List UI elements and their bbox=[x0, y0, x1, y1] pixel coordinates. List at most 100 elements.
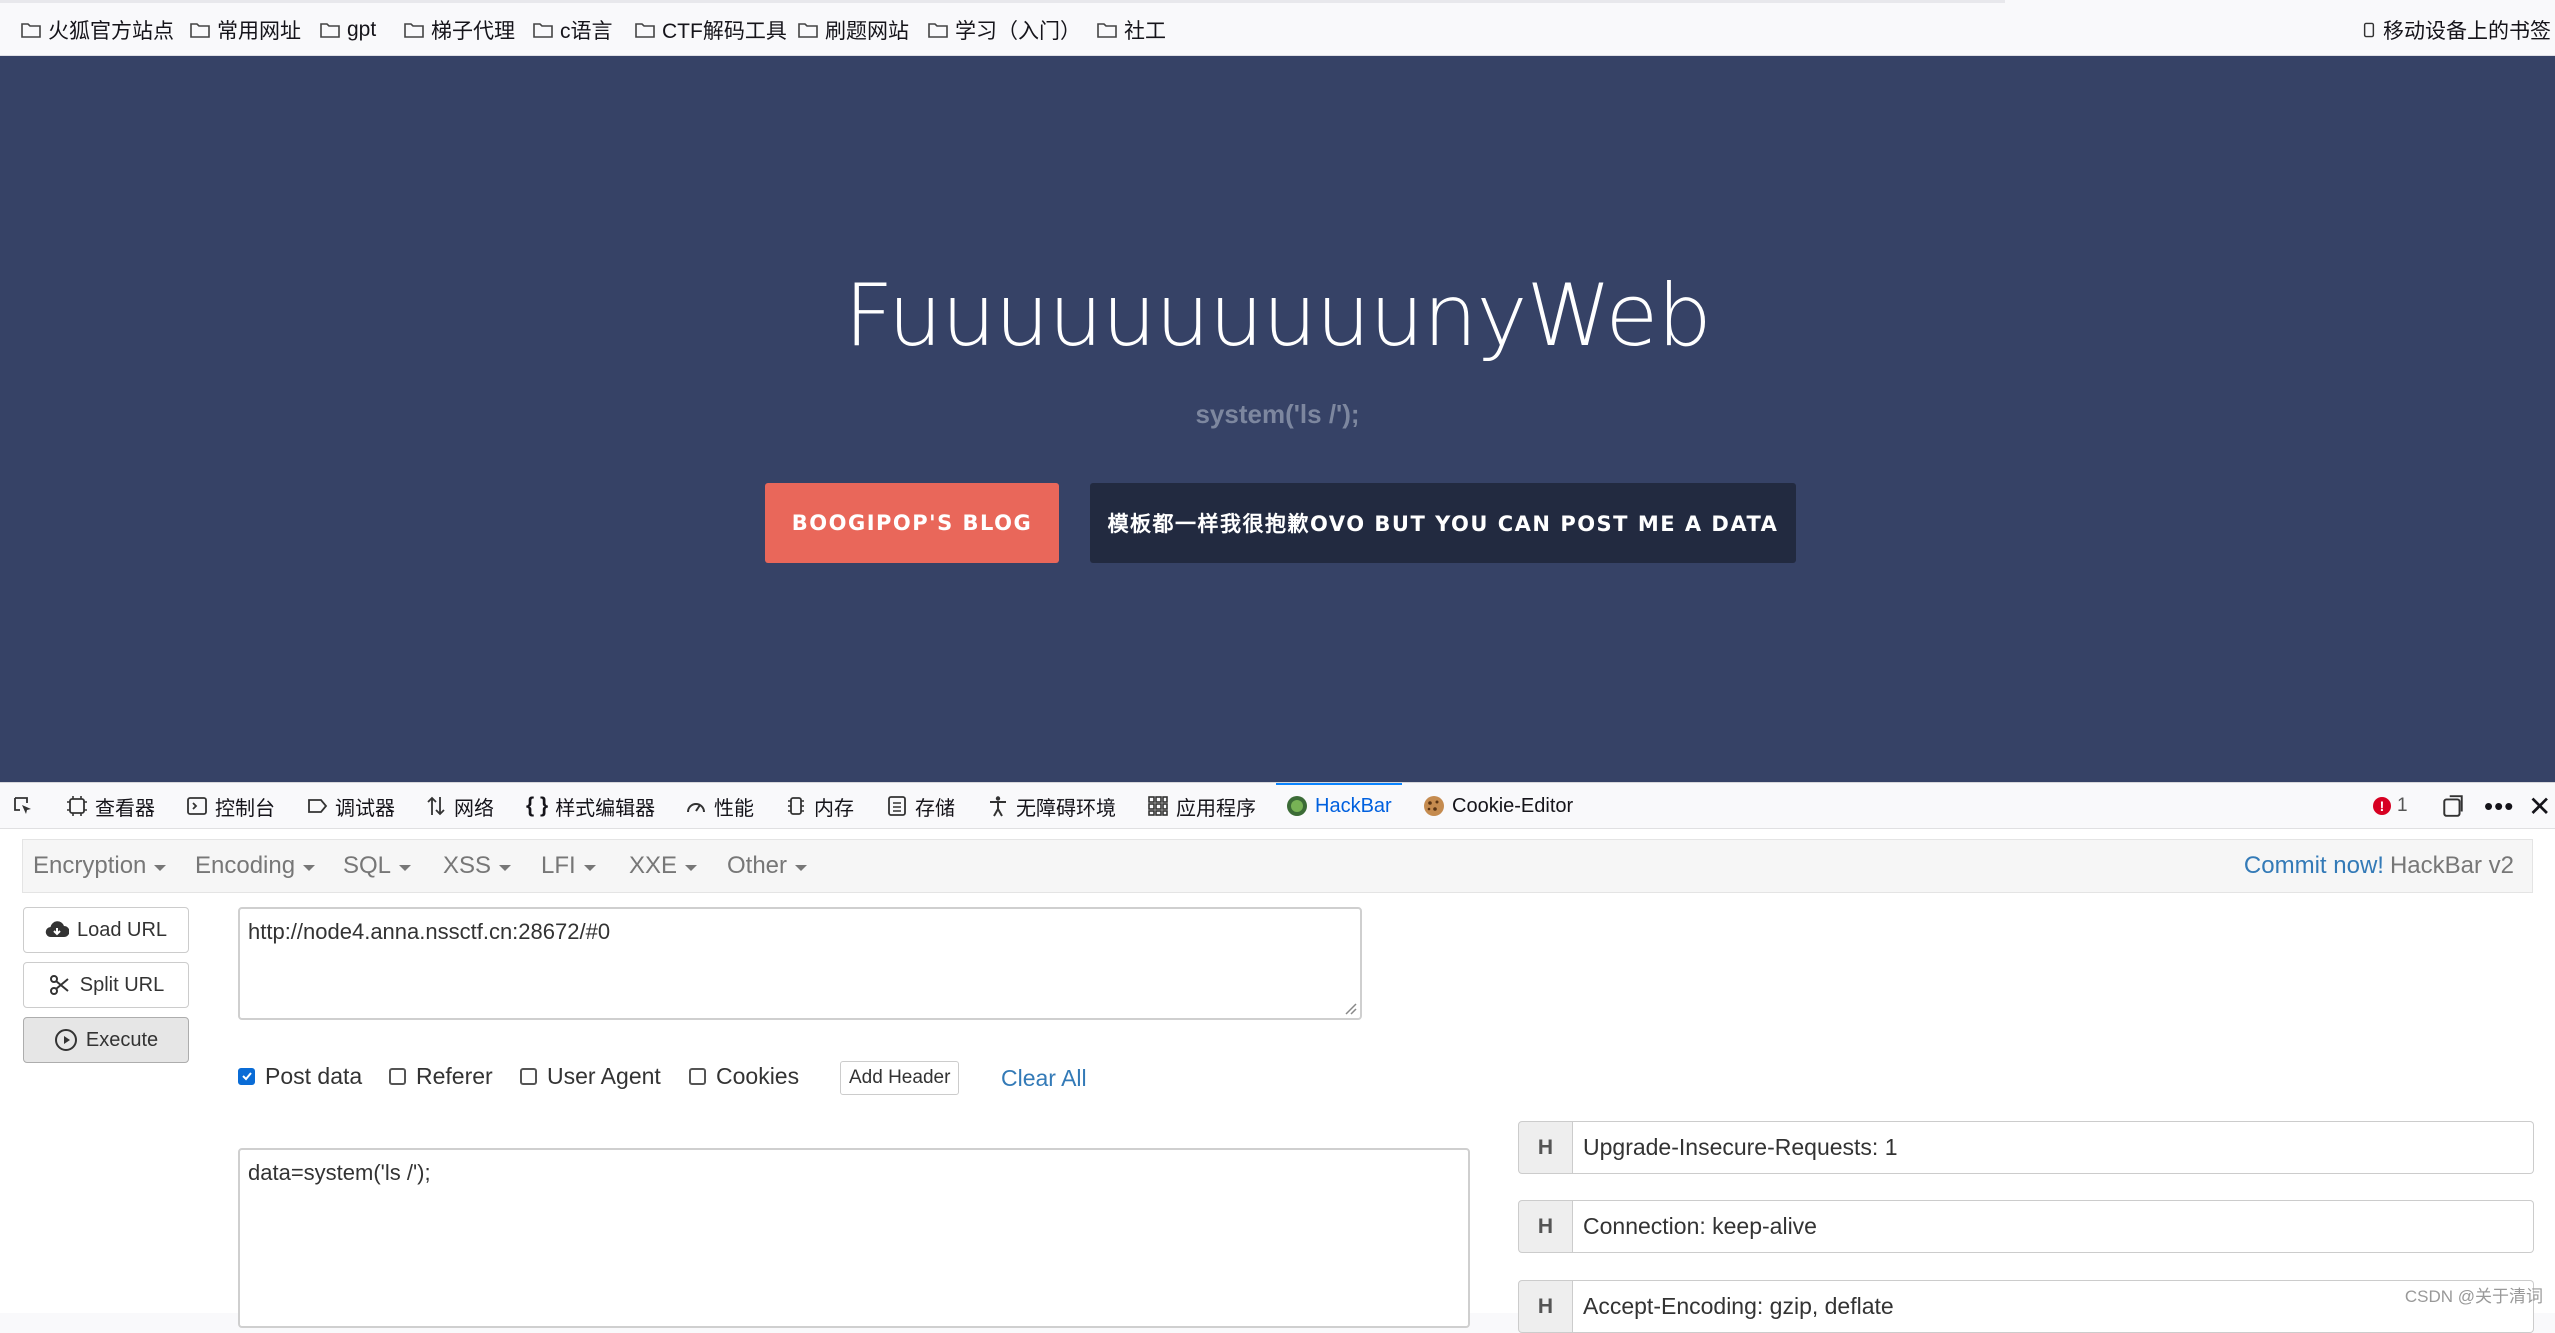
tab-performance[interactable]: 性能 bbox=[685, 783, 754, 829]
menu-other[interactable]: Other bbox=[727, 840, 808, 892]
close-icon[interactable]: ✕ bbox=[2528, 783, 2551, 829]
post-data-checkbox[interactable]: Post data bbox=[238, 1061, 362, 1091]
mobile-device-icon bbox=[2363, 22, 2375, 38]
tab-inspector[interactable]: 查看器 bbox=[66, 783, 155, 829]
menu-xxe[interactable]: XXE bbox=[629, 840, 698, 892]
header-value-input[interactable]: Accept-Encoding: gzip, deflate bbox=[1573, 1280, 2534, 1333]
url-input[interactable]: http://node4.anna.nssctf.cn:28672/#0 bbox=[238, 907, 1362, 1020]
user-agent-checkbox[interactable]: User Agent bbox=[520, 1061, 661, 1091]
menu-label: XXE bbox=[629, 852, 678, 879]
tab-label: 查看器 bbox=[95, 797, 155, 820]
dock-side-icon bbox=[2443, 795, 2463, 817]
web-page: FuuuuuuuuuunyWeb system('ls /'); BOOGIPO… bbox=[0, 56, 2555, 782]
header-value-input[interactable]: Connection: keep-alive bbox=[1573, 1200, 2534, 1253]
blog-button[interactable]: BOOGIPOP'S BLOG bbox=[765, 483, 1059, 563]
menu-lfi[interactable]: LFI bbox=[541, 840, 596, 892]
tab-label: 样式编辑器 bbox=[555, 797, 656, 820]
checkbox-unchecked bbox=[389, 1067, 406, 1085]
resize-grip-icon[interactable] bbox=[1341, 999, 1357, 1015]
post-data-input[interactable]: data=system('ls /'); bbox=[238, 1148, 1470, 1328]
storage-icon bbox=[888, 796, 906, 816]
bookmark-label: 刷题网站 bbox=[825, 20, 909, 43]
tab-storage[interactable]: 存储 bbox=[886, 783, 955, 829]
commit-now-link[interactable]: Commit now! bbox=[2244, 852, 2384, 880]
cookies-checkbox[interactable]: Cookies bbox=[689, 1061, 799, 1091]
tab-accessibility[interactable]: 无障碍环境 bbox=[987, 783, 1116, 829]
menu-sql[interactable]: SQL bbox=[343, 840, 412, 892]
bookmark-label: 火狐官方站点 bbox=[48, 20, 174, 43]
menu-label: Encoding bbox=[195, 852, 296, 879]
url-value: http://node4.anna.nssctf.cn:28672/#0 bbox=[248, 919, 611, 944]
bookmark-folder[interactable]: 火狐官方站点 bbox=[20, 16, 174, 44]
checkbox-checked bbox=[238, 1067, 255, 1085]
checkbox-label: Post data bbox=[265, 1062, 363, 1089]
error-counter[interactable]: ! 1 bbox=[2373, 783, 2408, 829]
inspector-icon bbox=[67, 796, 87, 816]
picker-icon bbox=[14, 797, 31, 814]
folder-icon bbox=[21, 23, 41, 38]
hackbar-version-area: Commit now! HackBar v2 bbox=[2244, 840, 2514, 892]
bookmark-label: CTF解码工具 bbox=[662, 20, 787, 43]
tab-application[interactable]: 应用程序 bbox=[1147, 783, 1256, 829]
split-url-button[interactable]: Split URL bbox=[23, 962, 189, 1008]
menu-encoding[interactable]: Encoding bbox=[195, 840, 316, 892]
header-toggle[interactable]: H bbox=[1518, 1280, 1573, 1333]
bookmark-folder[interactable]: c语言 bbox=[532, 16, 613, 44]
hackbar-version: HackBar v2 bbox=[2389, 852, 2514, 879]
bookmark-folder[interactable]: 梯子代理 bbox=[403, 16, 515, 44]
tab-memory[interactable]: 内存 bbox=[785, 783, 854, 829]
accessibility-icon bbox=[990, 796, 1006, 817]
header-value-input[interactable]: Upgrade-Insecure-Requests: 1 bbox=[1573, 1121, 2534, 1174]
folder-icon bbox=[320, 23, 340, 38]
dock-button[interactable] bbox=[2441, 783, 2465, 829]
button-label: Load URL bbox=[76, 918, 168, 941]
bookmark-folder[interactable]: CTF解码工具 bbox=[634, 16, 787, 44]
checkbox-label: Referer bbox=[416, 1062, 493, 1089]
menu-encryption[interactable]: Encryption bbox=[33, 840, 167, 892]
header-toggle[interactable]: H bbox=[1518, 1200, 1573, 1253]
bookmark-folder[interactable]: 刷题网站 bbox=[797, 16, 909, 44]
error-count: 1 bbox=[2397, 795, 2408, 816]
bookmark-folder[interactable]: 常用网址 bbox=[189, 16, 301, 44]
menu-label: Encryption bbox=[33, 852, 147, 879]
bookmark-label: 社工 bbox=[1124, 20, 1166, 43]
tab-label: 存储 bbox=[915, 797, 955, 820]
tab-label: 性能 bbox=[714, 797, 754, 820]
console-icon bbox=[187, 797, 207, 815]
mobile-bookmarks[interactable]: 移动设备上的书签 bbox=[2361, 16, 2551, 44]
bookmark-label: 移动设备上的书签 bbox=[2383, 20, 2551, 43]
tab-network[interactable]: 网络 bbox=[425, 783, 494, 829]
tab-label: 网络 bbox=[454, 797, 494, 820]
bookmark-folder[interactable]: gpt bbox=[319, 16, 376, 44]
bookmark-folder[interactable]: 学习（入门） bbox=[927, 16, 1081, 44]
add-header-button[interactable]: Add Header bbox=[840, 1061, 960, 1095]
tab-strip-edge bbox=[0, 0, 2005, 3]
checkbox-label: Cookies bbox=[716, 1062, 800, 1089]
more-options-icon[interactable]: ••• bbox=[2484, 783, 2514, 829]
caret-down-icon bbox=[499, 865, 512, 871]
clear-all-link[interactable]: Clear All bbox=[1001, 1061, 1087, 1095]
tab-console[interactable]: 控制台 bbox=[186, 783, 275, 829]
execute-button[interactable]: Execute bbox=[23, 1017, 189, 1063]
post-data-button[interactable]: 模板都一样我很抱歉OVO BUT YOU CAN POST ME A DATA bbox=[1090, 483, 1796, 563]
tab-debugger[interactable]: 调试器 bbox=[306, 783, 395, 829]
referer-checkbox[interactable]: Referer bbox=[389, 1061, 493, 1091]
devtools-toolbar: 查看器 控制台 调试器 网络 { } 样式编辑器 性能 内存 存储 无障碍环境 … bbox=[0, 783, 2555, 829]
tab-style-editor[interactable]: { } 样式编辑器 bbox=[526, 783, 655, 829]
button-label: Split URL bbox=[79, 973, 165, 996]
header-toggle[interactable]: H bbox=[1518, 1121, 1573, 1174]
bookmarks-toolbar: 火狐官方站点 常用网址 gpt 梯子代理 c语言 CTF解码工具 刷题网站 学习… bbox=[0, 0, 2555, 56]
tab-label: 调试器 bbox=[335, 797, 395, 820]
element-picker-button[interactable] bbox=[12, 783, 34, 829]
bookmark-folder[interactable]: 社工 bbox=[1096, 16, 1166, 44]
tab-hackbar[interactable]: HackBar bbox=[1276, 783, 1402, 829]
caret-down-icon bbox=[154, 865, 167, 871]
folder-icon bbox=[190, 23, 210, 38]
bookmark-label: 常用网址 bbox=[217, 20, 301, 43]
load-url-button[interactable]: Load URL bbox=[23, 907, 189, 953]
menu-xss[interactable]: XSS bbox=[443, 840, 512, 892]
check-icon bbox=[241, 1072, 252, 1081]
cloud-download-icon bbox=[45, 921, 69, 938]
tab-label: 控制台 bbox=[215, 797, 275, 820]
tab-cookie-editor[interactable]: Cookie-Editor bbox=[1423, 783, 1573, 829]
